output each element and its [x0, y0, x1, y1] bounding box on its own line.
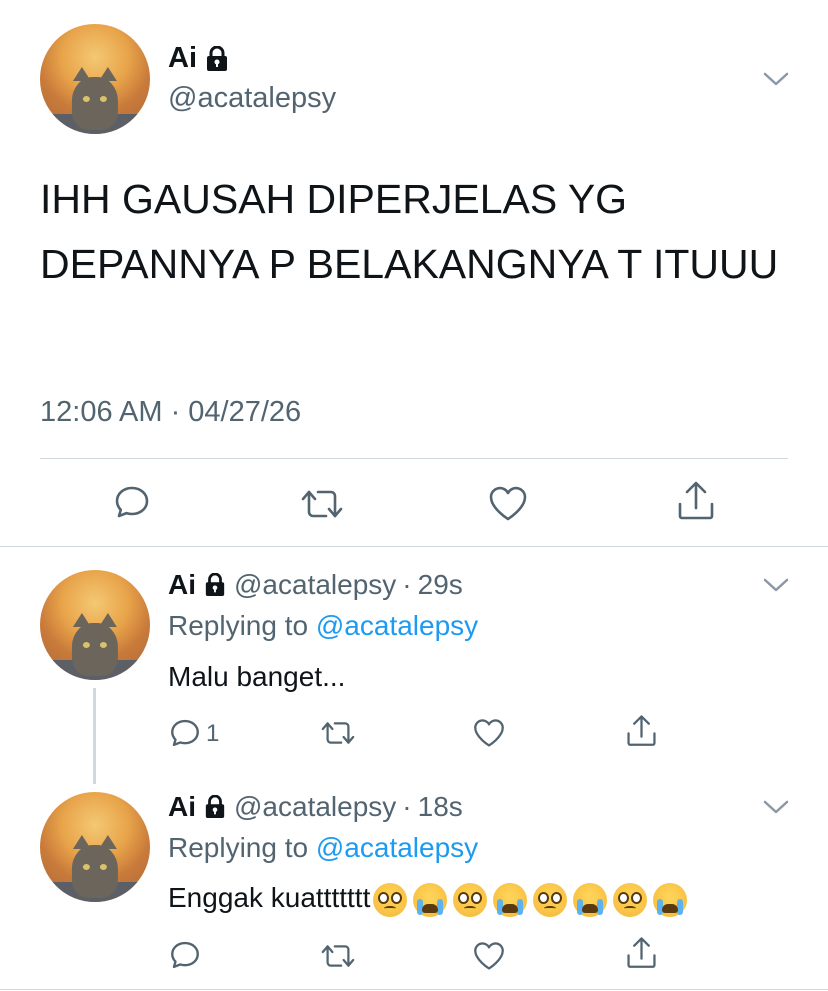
- reply-time[interactable]: 18s: [418, 791, 463, 823]
- divider: [0, 989, 828, 990]
- mention-link[interactable]: @acatalepsy: [316, 610, 478, 641]
- tweet-timestamp[interactable]: 12:06 AM · 04/27/26: [40, 396, 301, 429]
- loudly-crying-face-icon: [413, 882, 448, 917]
- loudly-crying-face-icon: [573, 882, 608, 917]
- author-name[interactable]: Ai: [168, 569, 196, 601]
- reply-icon[interactable]: [168, 938, 202, 972]
- lock-icon: [207, 45, 227, 71]
- like-icon[interactable]: [472, 717, 506, 748]
- cat-figure: [71, 67, 119, 130]
- avatar[interactable]: [40, 24, 150, 134]
- author-name-row[interactable]: Ai: [168, 42, 229, 75]
- reply-text-row: Enggak kuattttttt: [168, 882, 690, 917]
- avatar[interactable]: [40, 792, 150, 902]
- loudly-crying-face-icon: [653, 882, 688, 917]
- lock-icon: [205, 573, 225, 596]
- replying-prefix: Replying to: [168, 832, 309, 863]
- divider: [40, 458, 788, 459]
- share-icon[interactable]: [676, 480, 716, 522]
- reply-header: Ai @acatalepsy · 18s: [168, 791, 463, 823]
- reply-text: Malu banget...: [168, 661, 346, 692]
- pleading-face-icon: [613, 882, 648, 917]
- retweet-icon[interactable]: [320, 940, 356, 972]
- reply-icon[interactable]: [112, 482, 152, 522]
- separator-dot: ·: [402, 791, 412, 822]
- tweet-text: IHH GAUSAH DIPERJELAS YG DEPANNYA P BELA…: [40, 176, 779, 287]
- action-bar: [0, 480, 828, 524]
- chevron-down-icon[interactable]: [762, 798, 790, 816]
- like-icon[interactable]: [472, 940, 506, 971]
- replying-to: Replying to @acatalepsy: [168, 832, 478, 864]
- like-icon[interactable]: [487, 484, 529, 522]
- thread-connector: [93, 688, 96, 784]
- chevron-down-icon[interactable]: [762, 576, 790, 594]
- author-name[interactable]: Ai: [168, 42, 197, 75]
- author-handle[interactable]: @acatalepsy: [234, 569, 396, 601]
- replying-to: Replying to @acatalepsy: [168, 610, 478, 642]
- mention-link[interactable]: @acatalepsy: [316, 832, 478, 863]
- separator-dot: ·: [402, 569, 412, 600]
- lock-icon: [205, 795, 225, 818]
- pleading-face-icon: [373, 882, 408, 917]
- chevron-down-icon[interactable]: [762, 70, 790, 88]
- share-icon[interactable]: [625, 936, 658, 970]
- reply-count: 1: [206, 720, 220, 747]
- emoji-row: [370, 882, 690, 917]
- reply-time[interactable]: 29s: [418, 569, 463, 601]
- retweet-icon[interactable]: [300, 484, 344, 524]
- author-name[interactable]: Ai: [168, 791, 196, 823]
- reply-icon[interactable]: [168, 716, 202, 750]
- avatar[interactable]: [40, 570, 150, 680]
- retweet-icon[interactable]: [320, 717, 356, 749]
- author-handle[interactable]: @acatalepsy: [168, 82, 336, 115]
- reply-header: Ai @acatalepsy · 29s: [168, 569, 463, 601]
- replying-prefix: Replying to: [168, 610, 309, 641]
- divider: [0, 546, 828, 547]
- pleading-face-icon: [533, 882, 568, 917]
- share-icon[interactable]: [625, 714, 658, 748]
- loudly-crying-face-icon: [493, 882, 528, 917]
- author-handle[interactable]: @acatalepsy: [234, 791, 396, 823]
- reply-text: Enggak kuattttttt: [168, 882, 371, 913]
- pleading-face-icon: [453, 882, 488, 917]
